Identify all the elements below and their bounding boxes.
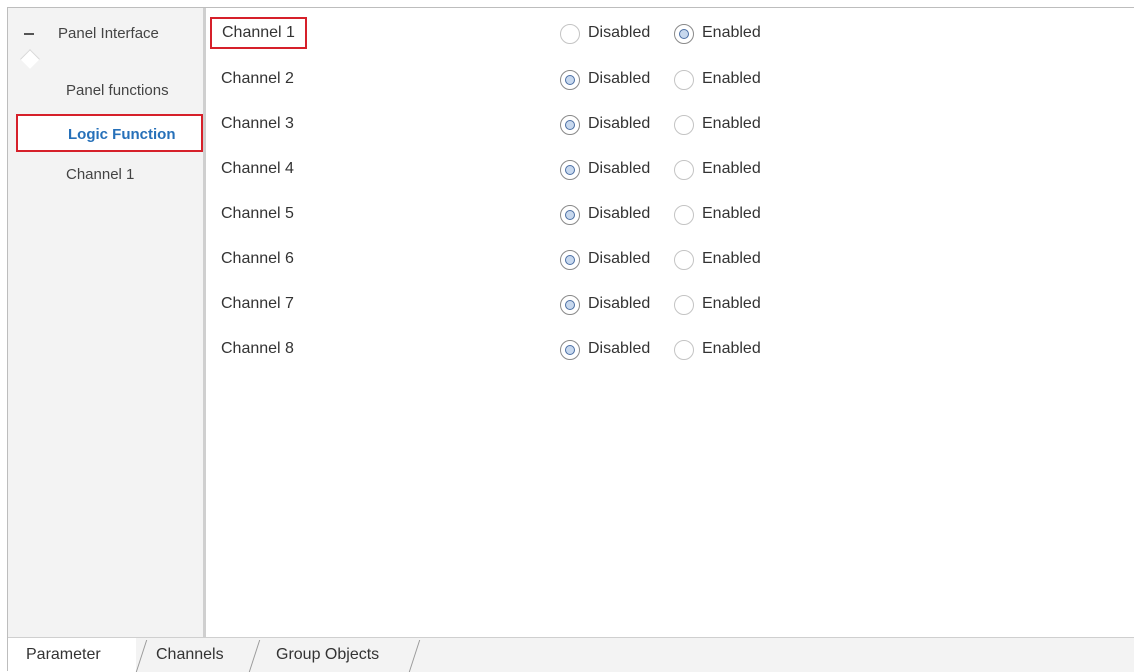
app-frame: Panel Interface Panel functions Logic Fu… [7,7,1134,672]
radio-label: Disabled [588,70,651,87]
radio-checked-icon[interactable] [560,205,580,225]
tab-separator [135,640,148,672]
tab-channels[interactable]: Channels [148,638,248,672]
sidebar-item-logic-function[interactable]: Logic Function [16,114,203,152]
tab-separator [248,640,261,672]
radio-label: Enabled [702,70,761,87]
radio-label: Enabled [702,160,761,177]
channel-row: Channel 3 Disabled Enabled [206,103,1134,148]
tab-group-objects[interactable]: Group Objects [260,638,410,672]
radio-label: Disabled [588,24,651,41]
radio-label: Enabled [702,250,761,267]
radio-unchecked-icon[interactable] [560,24,580,44]
channel-label: Channel 4 [221,160,294,177]
radio-unchecked-icon[interactable] [674,70,694,90]
radio-label: Disabled [588,340,651,357]
radio-unchecked-icon[interactable] [674,295,694,315]
radio-label: Enabled [702,205,761,222]
radio-label: Disabled [588,250,651,267]
channel-label: Channel 1 [210,17,307,49]
channel-row: Channel 2 Disabled Enabled [206,58,1134,103]
radio-unchecked-icon[interactable] [674,205,694,225]
tab-label: Channels [156,646,224,663]
channel-label: Channel 8 [221,340,294,357]
radio-checked-icon[interactable] [674,24,694,44]
radio-label: Disabled [588,115,651,132]
radio-unchecked-icon[interactable] [674,115,694,135]
tab-parameter[interactable]: Parameter [8,638,136,672]
channel-label: Channel 6 [221,250,294,267]
channel-row: Channel 7 Disabled Enabled [206,283,1134,328]
channel-label: Channel 7 [221,295,294,312]
sidebar-item-label: Panel functions [66,82,169,99]
sidebar-item-label: Channel 1 [66,166,135,183]
radio-unchecked-icon[interactable] [674,250,694,270]
radio-label: Disabled [588,295,651,312]
radio-label: Enabled [702,115,761,132]
sidebar-item-channel-1[interactable]: Channel 1 [16,156,203,194]
parameter-panel: Channel 1 Disabled Enabled Channel 2 Disable… [206,8,1134,637]
tab-label: Parameter [26,646,101,663]
channel-row: Channel 1 Disabled Enabled [206,12,1134,57]
radio-unchecked-icon[interactable] [674,340,694,360]
channel-row: Channel 4 Disabled Enabled [206,148,1134,193]
bottom-tab-bar: Parameter Channels Group Objects [8,637,1134,672]
channel-row: Channel 8 Disabled Enabled [206,328,1134,373]
tree-node-panel-interface[interactable]: Panel Interface [8,8,203,59]
radio-unchecked-icon[interactable] [674,160,694,180]
radio-label: Enabled [702,24,761,41]
channel-row: Channel 6 Disabled Enabled [206,238,1134,283]
collapse-icon[interactable] [24,33,34,35]
radio-checked-icon[interactable] [560,115,580,135]
radio-label: Enabled [702,295,761,312]
radio-checked-icon[interactable] [560,70,580,90]
radio-checked-icon[interactable] [560,340,580,360]
radio-checked-icon[interactable] [560,160,580,180]
channel-label: Channel 3 [221,115,294,132]
tab-separator [408,640,421,672]
radio-label: Disabled [588,205,651,222]
radio-label: Enabled [702,340,761,357]
channel-label: Channel 5 [221,205,294,222]
channel-label: Channel 2 [221,70,294,87]
radio-label: Disabled [588,160,651,177]
tree-node-label: Panel Interface [58,25,159,42]
sidebar: Panel Interface Panel functions Logic Fu… [8,8,206,637]
radio-checked-icon[interactable] [560,295,580,315]
channel-row: Channel 5 Disabled Enabled [206,193,1134,238]
sidebar-item-panel-functions[interactable]: Panel functions [16,72,203,110]
radio-checked-icon[interactable] [560,250,580,270]
tab-label: Group Objects [276,646,380,663]
sidebar-item-label: Logic Function [68,126,176,143]
